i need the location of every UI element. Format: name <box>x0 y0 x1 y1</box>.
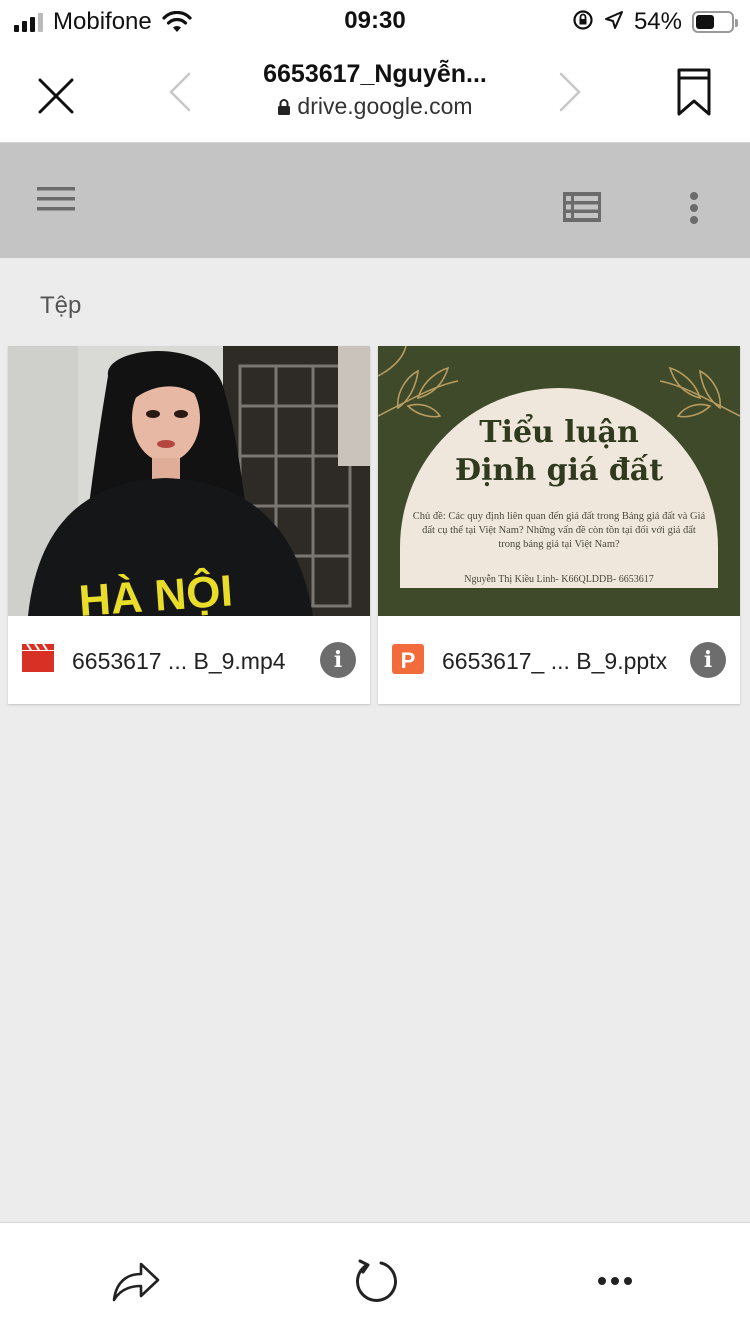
slide-author: Nguyễn Thị Kiều Linh- K66QLDDB- 6653617 <box>464 574 654 585</box>
list-view-button[interactable] <box>556 187 608 227</box>
info-button[interactable]: i <box>690 642 726 678</box>
file-name[interactable]: 6653617 ... B_9.mp4 <box>72 648 286 675</box>
lock-icon <box>278 98 291 115</box>
slide-preview: Tiểu luận Định giá đất Chủ đề: Các quy đ… <box>378 346 740 616</box>
slide-footer-band <box>378 588 740 616</box>
chevron-left-icon <box>169 72 191 112</box>
slide-title-line1: Tiểu luận <box>479 415 639 450</box>
slide-subtitle: Chủ đề: Các quy định liên quan đến giá đ… <box>412 511 706 550</box>
hamburger-menu-icon <box>37 187 75 211</box>
slide-title: Tiểu luận Định giá đất <box>378 414 740 490</box>
bookmark-icon <box>677 68 711 116</box>
file-name[interactable]: 6653617_ ... B_9.pptx <box>442 648 667 675</box>
file-footer: 6653617 ... B_9.mp4 i <box>8 616 370 704</box>
info-button[interactable]: i <box>320 642 356 678</box>
bottom-toolbar <box>0 1222 750 1334</box>
file-card-video[interactable]: HÀ NỘI 6653617 ... B_9.mp4 i <box>8 346 370 704</box>
more-vertical-icon <box>690 192 698 224</box>
location-arrow-icon <box>604 10 624 35</box>
more-actions-button[interactable] <box>587 1253 643 1309</box>
info-icon: i <box>703 647 713 673</box>
browser-header: 6653617_Nguyễn... drive.google.com <box>0 42 750 143</box>
battery-percentage: 54% <box>633 8 682 35</box>
more-options-button[interactable] <box>676 183 712 233</box>
info-icon: i <box>333 647 343 673</box>
drive-toolbar <box>0 143 750 258</box>
chevron-right-icon <box>559 72 581 112</box>
page-title-area: 6653617_Nguyễn... drive.google.com <box>210 60 540 120</box>
status-bar: Mobifone 09:30 54% <box>0 0 750 42</box>
orientation-lock-icon <box>572 9 594 36</box>
page-title: 6653617_Nguyễn... <box>263 60 487 88</box>
url-text: drive.google.com <box>297 93 473 119</box>
svg-text:P: P <box>401 648 416 673</box>
back-button[interactable] <box>160 70 200 114</box>
share-arrow-icon <box>112 1262 160 1302</box>
share-button[interactable] <box>108 1253 164 1309</box>
slide-title-line2: Định giá đất <box>454 453 664 488</box>
bookmark-button[interactable] <box>668 64 720 120</box>
list-view-icon <box>563 192 601 222</box>
url-label: drive.google.com <box>210 93 540 120</box>
files-section-label: Tệp <box>40 292 82 319</box>
file-card-presentation[interactable]: Tiểu luận Định giá đất Chủ đề: Các quy đ… <box>378 346 740 704</box>
battery-icon <box>692 11 738 33</box>
menu-button[interactable] <box>28 179 84 219</box>
file-footer: P 6653617_ ... B_9.pptx i <box>378 616 740 704</box>
close-button[interactable] <box>30 70 82 122</box>
video-file-icon <box>22 643 54 674</box>
presentation-thumbnail[interactable]: Tiểu luận Định giá đất Chủ đề: Các quy đ… <box>378 346 740 616</box>
reload-button[interactable] <box>347 1253 403 1309</box>
reload-icon <box>356 1259 397 1302</box>
close-icon <box>38 78 74 114</box>
video-thumbnail[interactable]: HÀ NỘI <box>8 346 370 616</box>
pptx-file-icon: P <box>392 644 424 674</box>
forward-button[interactable] <box>550 70 590 114</box>
more-horizontal-icon <box>598 1277 632 1285</box>
